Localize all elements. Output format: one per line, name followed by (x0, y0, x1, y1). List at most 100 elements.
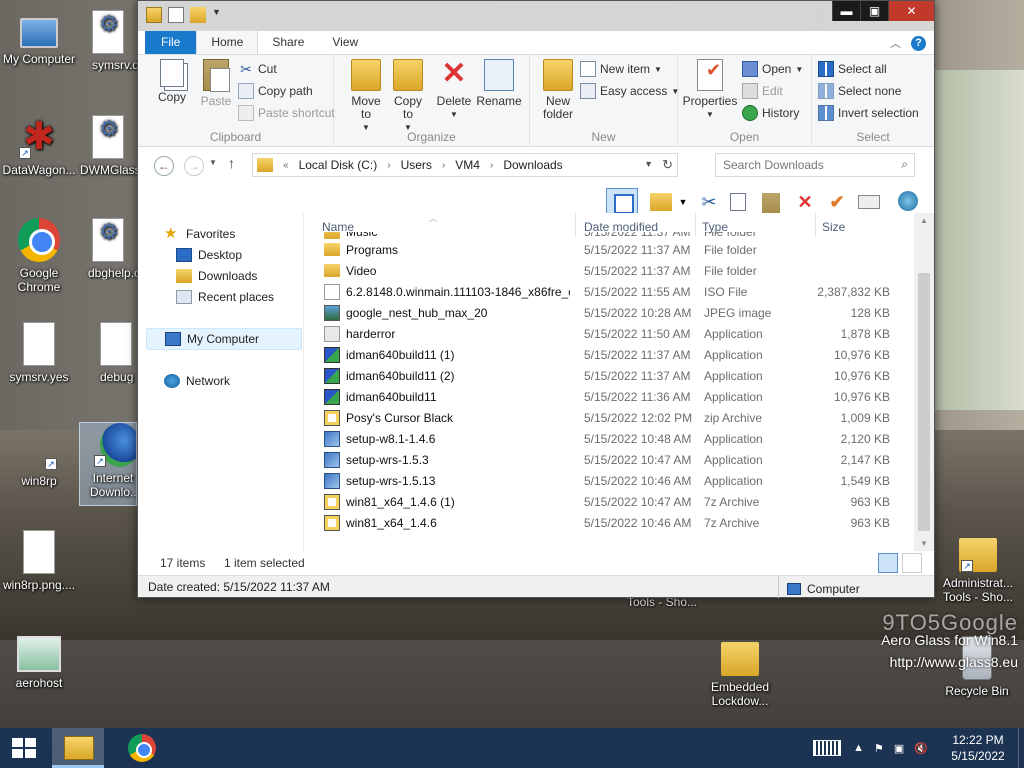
new-folder-button[interactable]: New folder (536, 59, 580, 121)
breadcrumb-overflow-icon[interactable]: « (283, 160, 289, 171)
clock[interactable]: 12:22 PM 5/15/2022 (938, 732, 1018, 764)
minimize-button[interactable]: ▬ (832, 1, 860, 21)
desktop-icon-internet-download-manager[interactable]: ↗ Internet Downlo... (79, 422, 137, 506)
table-row[interactable]: Video 5/15/2022 11:37 AM File folder (304, 260, 914, 281)
desktop-icon-win8rp[interactable]: ↗ win8rp (0, 426, 81, 488)
forward-button[interactable]: → (184, 156, 204, 176)
properties-icon[interactable] (168, 7, 184, 23)
edit-button[interactable]: Edit (742, 83, 783, 99)
scroll-up-icon[interactable]: ▲ (920, 216, 928, 225)
keyboard-icon[interactable] (813, 740, 842, 756)
taskbar-chrome[interactable] (116, 728, 168, 768)
tab-share[interactable]: Share (258, 31, 318, 54)
table-row[interactable]: google_nest_hub_max_20 5/15/2022 10:28 AM… (304, 302, 914, 323)
table-row[interactable]: win81_x64_1.4.6 (1) 5/15/2022 10:47 AM 7z … (304, 491, 914, 512)
nav-downloads[interactable]: Downloads (176, 269, 257, 283)
desktop-icon-dwmglass[interactable]: DWMGlass (66, 115, 146, 177)
table-row[interactable]: setup-w8.1-1.4.6 5/15/2022 10:48 AM Applic… (304, 428, 914, 449)
paste-icon[interactable] (762, 193, 780, 213)
start-button[interactable] (0, 728, 48, 768)
chevron-down-icon[interactable]: ▼ (672, 191, 694, 213)
scroll-down-icon[interactable]: ▼ (920, 539, 928, 548)
rename-button[interactable]: Rename (474, 59, 524, 108)
properties-check-icon[interactable]: ✔ (826, 191, 848, 213)
table-row[interactable]: setup-wrs-1.5.3 5/15/2022 10:47 AM Applica… (304, 449, 914, 470)
breadcrumb-local-disk[interactable]: Local Disk (C:) (299, 158, 378, 172)
breadcrumb-users[interactable]: Users (401, 158, 432, 172)
globe-icon[interactable] (898, 191, 918, 211)
maximize-button[interactable]: ▣ (860, 1, 888, 21)
table-row[interactable]: setup-wrs-1.5.13 5/15/2022 10:46 AM Applic… (304, 470, 914, 491)
breadcrumb-separator-icon[interactable]: › (442, 160, 445, 171)
new-item-button[interactable]: New item ▼ (580, 61, 662, 77)
action-center-flag-icon[interactable]: ⚑ (874, 742, 884, 755)
select-all-button[interactable]: Select all (818, 61, 887, 77)
new-folder-icon[interactable] (190, 7, 206, 23)
desktop-icon-administrative-tools[interactable]: ↗ Administrat... Tools - Sho... (934, 530, 1022, 604)
tab-view[interactable]: View (318, 31, 372, 54)
table-row[interactable]: Music 5/15/2022 11:37 AM File folder (304, 232, 914, 239)
chevron-up-icon[interactable]: ▲ (853, 742, 864, 754)
taskbar-file-explorer[interactable] (52, 728, 104, 768)
nav-favorites[interactable]: ★ Favorites (164, 226, 235, 241)
paste-shortcut-button[interactable]: Paste shortcut (238, 105, 335, 121)
copy-icon[interactable] (730, 193, 746, 211)
nav-desktop[interactable]: Desktop (176, 248, 242, 262)
open-button[interactable]: Open ▼ (742, 61, 803, 77)
tab-home[interactable]: Home (196, 30, 259, 54)
paste-button[interactable]: Paste (194, 59, 238, 108)
vertical-scrollbar[interactable]: ▲ ▼ (914, 213, 934, 551)
organize-folder-icon[interactable] (650, 193, 672, 211)
title-bar[interactable]: ▼ ▬ ▣ ✕ (138, 1, 934, 31)
nav-recent-places[interactable]: Recent places (176, 290, 274, 304)
cut-icon[interactable]: ✂ (698, 191, 720, 213)
easy-access-button[interactable]: Easy access ▼ (580, 83, 679, 99)
up-button[interactable]: ↑ (228, 155, 235, 171)
preview-pane-button[interactable] (606, 188, 638, 216)
chevron-down-icon[interactable]: ▼ (212, 7, 221, 23)
volume-muted-icon[interactable]: 🔇 (914, 742, 928, 755)
chevron-down-icon[interactable]: ▼ (644, 159, 653, 169)
breadcrumb-separator-icon[interactable]: › (490, 160, 493, 171)
copy-path-button[interactable]: Copy path (238, 83, 313, 99)
delete-icon[interactable]: ✕ (794, 191, 816, 213)
recent-locations-chevron-icon[interactable]: ▼ (209, 158, 217, 167)
details-view-button[interactable] (878, 553, 898, 573)
desktop-icon-debug[interactable]: debug (66, 322, 146, 384)
table-row[interactable]: Posy's Cursor Black 5/15/2022 12:02 PM zip… (304, 407, 914, 428)
table-row[interactable]: Programs 5/15/2022 11:37 AM File folder (304, 239, 914, 260)
move-to-button[interactable]: Move to ▼ (344, 59, 388, 134)
explorer-window[interactable]: ▼ ▬ ▣ ✕ File Home Share View ︿ ? Copy Pa… (137, 0, 935, 598)
scrollbar-thumb[interactable] (918, 273, 930, 531)
desktop-icon-symsrv-dll[interactable]: symsrv.d (66, 10, 146, 72)
delete-button[interactable]: ✕ Delete ▼ (432, 59, 476, 121)
breadcrumb-vm4[interactable]: VM4 (455, 158, 480, 172)
desktop-icon-dbghelp[interactable]: dbghelp.c (66, 218, 146, 280)
table-row[interactable]: idman640build11 5/15/2022 11:36 AM Applica… (304, 386, 914, 407)
copy-button[interactable]: Copy (150, 59, 194, 104)
copy-to-button[interactable]: Copy to ▼ (386, 59, 430, 134)
properties-button[interactable]: Properties ▼ (680, 59, 740, 121)
nav-network[interactable]: Network (164, 374, 230, 388)
table-row[interactable]: harderror 5/15/2022 11:50 AM Application 1,… (304, 323, 914, 344)
history-button[interactable]: History (742, 105, 799, 121)
cut-button[interactable]: ✂ Cut (238, 61, 277, 77)
refresh-icon[interactable]: ↻ (662, 157, 673, 173)
invert-selection-button[interactable]: Invert selection (818, 105, 919, 121)
nav-my-computer[interactable]: My Computer (146, 328, 302, 350)
desktop-icon-embedded-lockdown[interactable]: Embedded Lockdow... (698, 634, 782, 708)
back-button[interactable]: ← (154, 156, 174, 176)
desktop-icon-aerohost[interactable]: aerohost (0, 636, 81, 690)
tab-file[interactable]: File (145, 31, 197, 54)
show-desktop-button[interactable] (1018, 728, 1024, 768)
table-row[interactable]: idman640build11 (1) 5/15/2022 11:37 AM App… (304, 344, 914, 365)
large-icons-view-button[interactable] (902, 553, 922, 573)
network-icon[interactable]: ▣ (894, 742, 904, 755)
breadcrumb-downloads[interactable]: Downloads (503, 158, 562, 172)
help-icon[interactable]: ? (911, 35, 926, 51)
search-input[interactable]: Search Downloads ⌕ (715, 153, 915, 177)
table-row[interactable]: win81_x64_1.4.6 5/15/2022 10:46 AM 7z Arch… (304, 512, 914, 533)
rename-icon[interactable] (858, 195, 880, 209)
breadcrumb-separator-icon[interactable]: › (387, 160, 390, 171)
desktop-icon-win8rp-png[interactable]: win8rp.png.... (0, 530, 81, 592)
